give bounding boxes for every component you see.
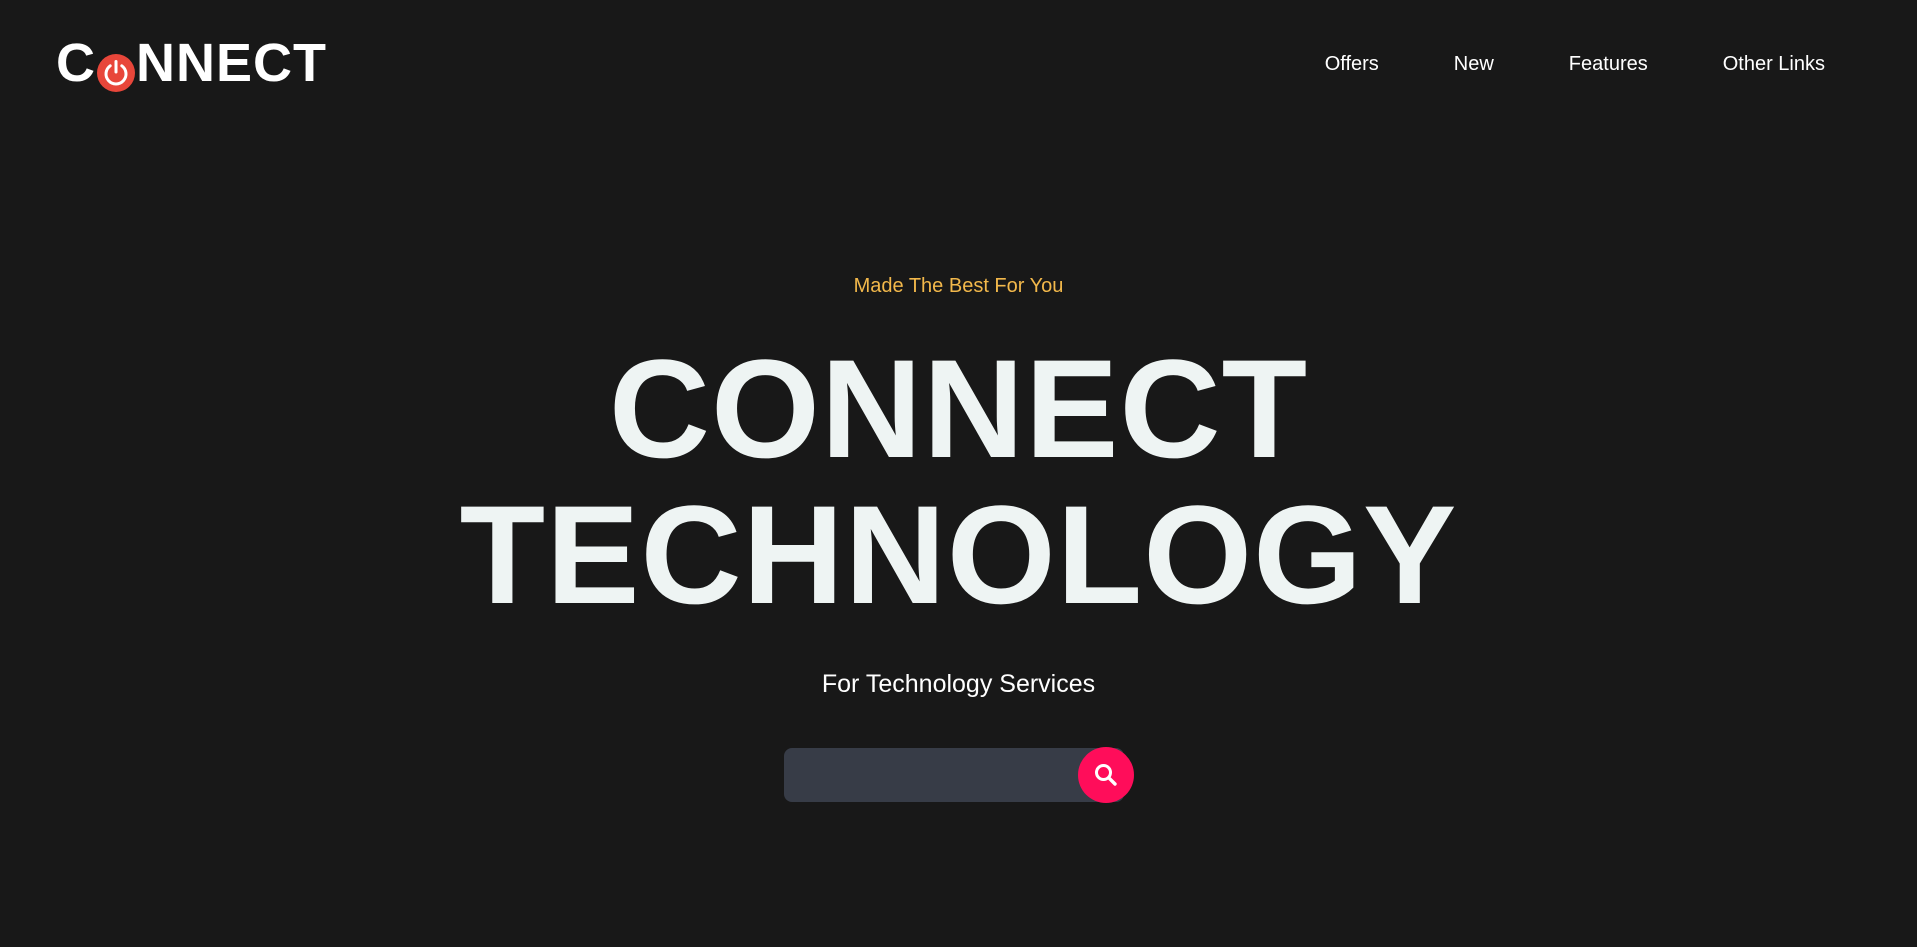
nav-link-offers[interactable]: Offers — [1325, 50, 1379, 78]
power-icon — [97, 44, 135, 92]
hero-headline: CONNECT TECHNOLOGY — [0, 336, 1917, 628]
main-nav: Offers New Features Other Links — [1325, 50, 1825, 78]
page: C NNECT Offers New Features Other Links … — [0, 0, 1917, 947]
search-icon — [1093, 762, 1119, 788]
hero-subtitle: For Technology Services — [821, 670, 1096, 698]
hero-headline-line-2: TECHNOLOGY — [459, 476, 1458, 633]
hero-headline-line-1: CONNECT — [608, 330, 1309, 487]
nav-link-other-links[interactable]: Other Links — [1723, 50, 1825, 78]
logo-suffix: NNECT — [136, 33, 327, 93]
hero-tagline: Made The Best For You — [853, 275, 1064, 297]
nav-link-features[interactable]: Features — [1569, 50, 1648, 78]
site-logo[interactable]: C NNECT — [56, 33, 327, 93]
search-input[interactable] — [784, 748, 1124, 802]
search-form — [784, 747, 1134, 803]
nav-link-new[interactable]: New — [1454, 50, 1494, 78]
search-button[interactable] — [1078, 747, 1134, 803]
logo-prefix: C — [56, 33, 96, 93]
